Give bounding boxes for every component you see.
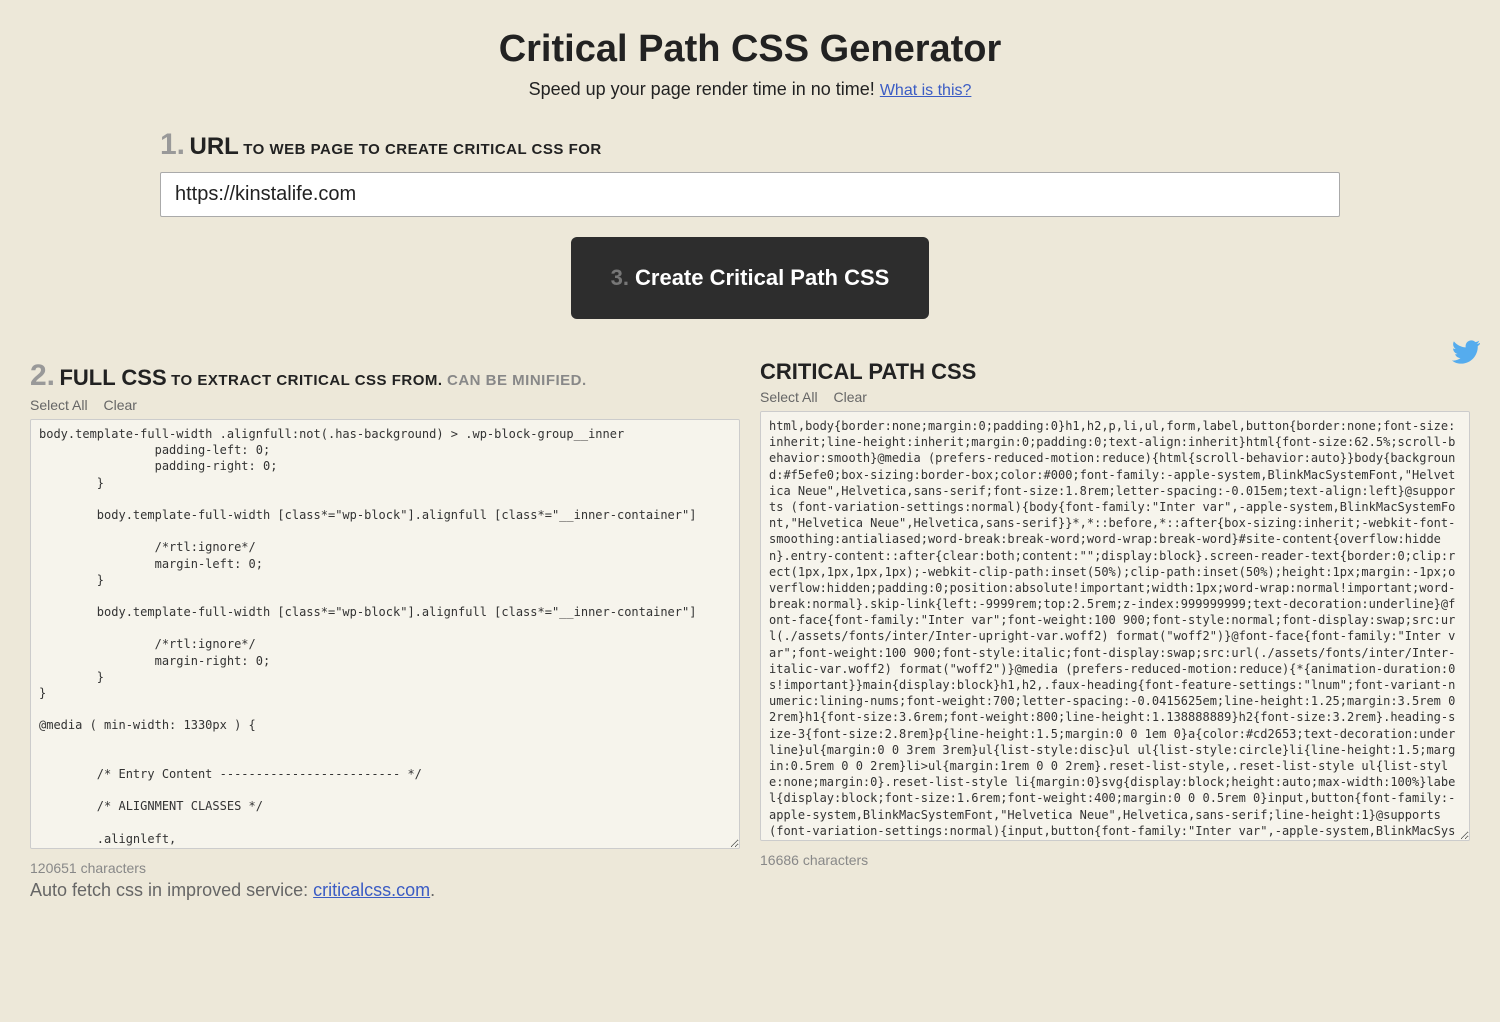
what-is-this-link[interactable]: What is this? — [880, 82, 972, 99]
step1-label: 1. URL TO WEB PAGE TO CREATE CRITICAL CS… — [160, 128, 1340, 162]
critical-css-textarea[interactable] — [760, 411, 1470, 841]
step2-sub: TO EXTRACT CRITICAL CSS FROM. — [171, 372, 442, 389]
step1-title: URL — [189, 133, 238, 160]
page-subtitle: Speed up your page render time in no tim… — [30, 79, 1470, 100]
full-css-char-count: 120651 characters — [30, 860, 740, 876]
step3-number: 3. — [611, 265, 629, 290]
url-input[interactable] — [160, 172, 1340, 217]
footer-prefix: Auto fetch css in improved service: — [30, 880, 313, 900]
critical-title: CRITICAL PATH CSS — [760, 359, 976, 385]
full-css-select-all[interactable]: Select All — [30, 397, 88, 413]
footer-line: Auto fetch css in improved service: crit… — [30, 880, 740, 901]
step1-number: 1. — [160, 128, 185, 161]
critical-css-char-count: 16686 characters — [760, 852, 1470, 868]
page-title: Critical Path CSS Generator — [30, 28, 1470, 71]
create-critical-css-button[interactable]: 3.Create Critical Path CSS — [571, 237, 930, 319]
step2-header: 2. FULL CSS TO EXTRACT CRITICAL CSS FROM… — [30, 359, 740, 393]
twitter-icon[interactable] — [1452, 340, 1480, 369]
subtitle-text: Speed up your page render time in no tim… — [529, 79, 880, 99]
step2-title: FULL CSS — [59, 365, 166, 391]
step2-sub-light: CAN BE MINIFIED. — [447, 372, 587, 389]
full-css-clear[interactable]: Clear — [103, 397, 136, 413]
critical-header: CRITICAL PATH CSS — [760, 359, 1470, 385]
critical-css-select-all[interactable]: Select All — [760, 389, 818, 405]
full-css-textarea[interactable] — [30, 419, 740, 849]
criticalcss-link[interactable]: criticalcss.com — [313, 880, 430, 900]
footer-suffix: . — [430, 880, 435, 900]
create-button-label: Create Critical Path CSS — [635, 265, 889, 290]
step1-sub: TO WEB PAGE TO CREATE CRITICAL CSS FOR — [243, 141, 601, 158]
critical-css-clear[interactable]: Clear — [833, 389, 866, 405]
step2-number: 2. — [30, 359, 55, 393]
